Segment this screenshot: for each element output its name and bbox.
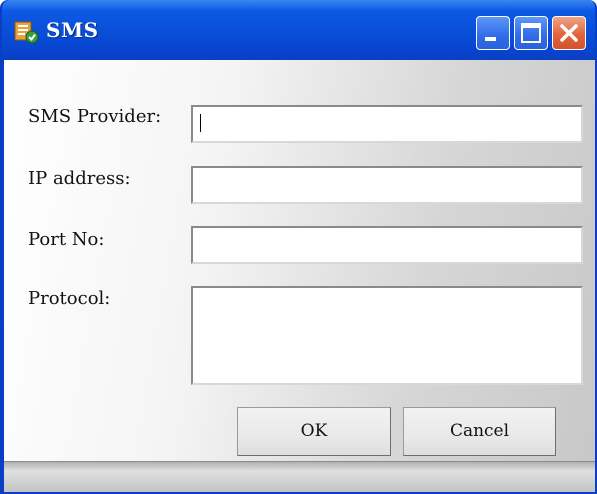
protocol-textarea[interactable]: [191, 286, 583, 385]
sms-dialog-window: SMS SMS Provider: IP address: Port No: P…: [0, 0, 597, 494]
ip-address-label: IP address:: [28, 168, 131, 189]
ok-button[interactable]: OK: [237, 407, 391, 456]
maximize-button[interactable]: [514, 16, 548, 50]
ip-address-input[interactable]: [191, 166, 583, 204]
close-icon: [560, 24, 578, 42]
title-bar[interactable]: SMS: [2, 0, 595, 60]
text-caret: [200, 114, 201, 132]
maximize-icon: [521, 23, 541, 43]
app-icon: [14, 21, 39, 44]
close-button[interactable]: [552, 16, 586, 50]
port-no-label: Port No:: [28, 229, 105, 250]
sms-provider-input[interactable]: [191, 105, 583, 143]
protocol-label: Protocol:: [28, 288, 111, 309]
status-bar: [4, 461, 595, 492]
sms-provider-label: SMS Provider:: [28, 106, 162, 127]
minimize-button[interactable]: [476, 16, 510, 50]
cancel-button[interactable]: Cancel: [403, 407, 556, 456]
minimize-icon: [485, 37, 496, 41]
port-no-input[interactable]: [191, 226, 583, 264]
window-title: SMS: [46, 18, 99, 42]
dialog-body: SMS Provider: IP address: Port No: Proto…: [4, 60, 595, 461]
